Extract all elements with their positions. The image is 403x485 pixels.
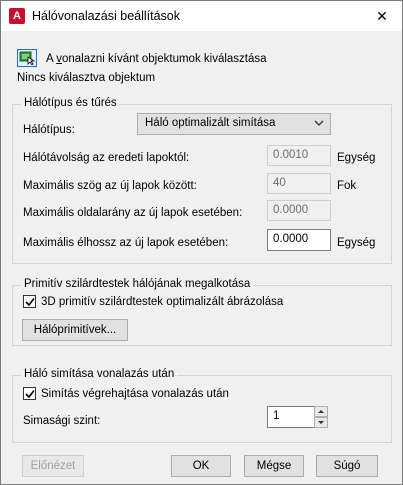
smooth-after-tessellation-checkbox[interactable] [23, 387, 36, 400]
spinner-down-button[interactable] [314, 417, 328, 428]
max-edge-length-unit: Egység [337, 237, 376, 249]
max-angle-field[interactable]: 40 [267, 173, 331, 194]
max-edge-length-field[interactable]: 0.0000 [267, 229, 331, 251]
primitive-solids-group-title: Primitív szilárdtestek hálójának megalko… [21, 278, 254, 290]
select-objects-button[interactable] [17, 49, 37, 67]
cancel-button[interactable]: Mégse [244, 455, 304, 477]
window-title: Hálóvonalazási beállítások [32, 9, 181, 23]
optimized-primitives-checkbox[interactable] [23, 295, 36, 308]
smooth-mesh-group [12, 375, 392, 443]
mesh-distance-unit: Egység [337, 152, 376, 164]
max-aspect-ratio-field[interactable]: 0.0000 [267, 200, 331, 221]
select-objects-label: A vonalazni kívánt objektumok kiválasztá… [46, 53, 267, 65]
chevron-down-icon [314, 120, 324, 126]
selection-status: Nincs kiválasztva objektum [17, 72, 156, 84]
dialog-window: A Hálóvonalazási beállítások ✕ A vonalaz… [0, 0, 403, 485]
caret-down-icon [318, 421, 324, 424]
mesh-distance-label: Hálótávolság az eredeti lapoktól: [23, 152, 190, 164]
mesh-type-group-title: Hálótípus és tűrés [21, 97, 120, 109]
mesh-type-dropdown[interactable]: Háló optimalizált simítása [137, 113, 331, 135]
max-edge-length-label: Maximális élhossz az új lapok esetében: [23, 237, 229, 249]
smoothness-level-label: Simasági szint: [23, 415, 101, 427]
mesh-primitives-button[interactable]: Hálóprimitívek... [22, 319, 128, 341]
max-angle-label: Maximális szög az új lapok között: [23, 180, 197, 192]
spinner-up-button[interactable] [314, 406, 328, 417]
mesh-distance-field[interactable]: 0.0010 [267, 145, 331, 166]
smoothness-level-field[interactable]: 1 [267, 406, 315, 428]
optimized-primitives-label: 3D primitív szilárdtestek optimalizált á… [41, 296, 284, 308]
smooth-after-tessellation-label: Simítás végrehajtása vonalazás után [41, 388, 229, 400]
close-icon: ✕ [376, 8, 388, 24]
close-button[interactable]: ✕ [362, 1, 402, 31]
max-aspect-ratio-label: Maximális oldalarány az új lapok esetébe… [23, 207, 243, 219]
preview-button[interactable]: Előnézet [22, 455, 84, 477]
checkmark-icon [25, 298, 35, 307]
mesh-type-value: Háló optimalizált simítása [145, 117, 276, 129]
max-angle-unit: Fok [337, 180, 357, 192]
help-button[interactable]: Súgó [316, 455, 378, 477]
autocad-icon: A [9, 8, 25, 24]
checkmark-icon [25, 390, 35, 399]
ok-button[interactable]: OK [171, 455, 231, 477]
select-objects-icon [19, 51, 35, 65]
smooth-mesh-group-title: Háló simítása vonalazás után [21, 368, 178, 380]
mesh-type-label: Hálótípus: [23, 124, 75, 136]
caret-up-icon [318, 410, 324, 413]
title-bar: A Hálóvonalazási beállítások ✕ [1, 1, 402, 31]
